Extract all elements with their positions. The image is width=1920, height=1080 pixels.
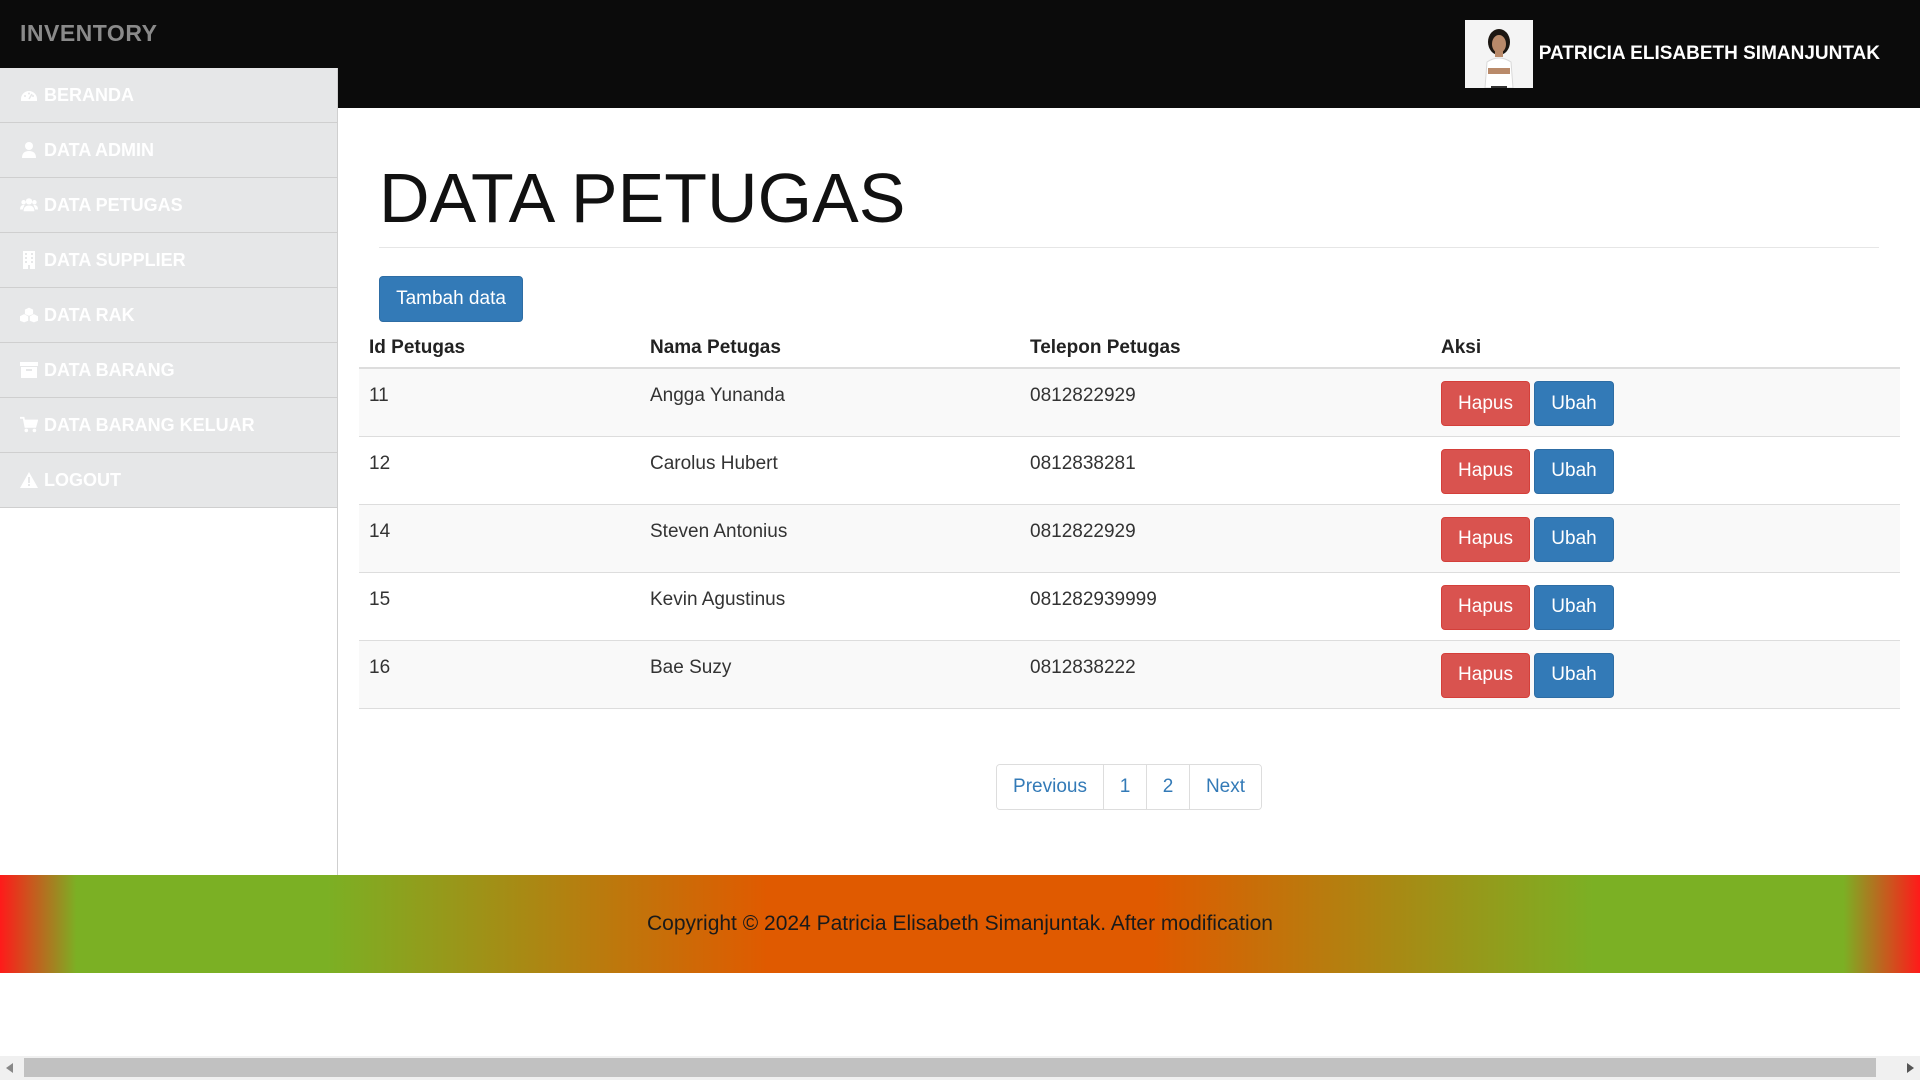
sidebar-item-label: DATA ADMIN [44,139,154,160]
sidebar-item-logout[interactable]: LOGOUT [0,453,337,508]
column-header-phone: Telepon Petugas [1020,328,1431,369]
edit-button[interactable]: Ubah [1534,381,1614,426]
sidebar-item-label: BERANDA [44,84,134,105]
sidebar-item-data-rak[interactable]: DATA RAK [0,288,337,343]
cell-phone: 0812822929 [1020,368,1431,437]
cell-name: Angga Yunanda [640,368,1020,437]
delete-button[interactable]: Hapus [1441,652,1530,698]
cell-id: 15 [359,572,640,641]
scroll-left-icon[interactable] [6,1063,13,1073]
pagination-page-1[interactable]: 1 [1103,765,1146,809]
pagination-page-2[interactable]: 2 [1146,765,1189,809]
users-icon [20,196,38,214]
column-header-name: Nama Petugas [640,328,1020,369]
petugas-table: Id Petugas Nama Petugas Telepon Petugas … [359,328,1900,709]
horizontal-scrollbar[interactable] [0,1056,1920,1080]
cell-actions: Hapus Ubah [1431,436,1900,505]
pagination-previous[interactable]: Previous [997,765,1103,809]
cell-actions: Hapus Ubah [1431,572,1900,641]
sidebar-item-label: LOGOUT [44,469,121,490]
main-content: DATA PETUGAS Tambah data Id Petugas Nama… [339,108,1920,875]
sidebar-item-label: DATA BARANG [44,359,175,380]
cell-id: 11 [359,368,640,437]
cart-icon [20,416,38,434]
cell-phone: 0812838222 [1020,640,1431,709]
table-row: 16 Bae Suzy 0812838222 Hapus Ubah [359,640,1900,709]
cell-actions: Hapus Ubah [1431,368,1900,437]
column-header-id: Id Petugas [359,328,640,369]
sidebar-item-label: DATA SUPPLIER [44,249,186,270]
edit-button[interactable]: Ubah [1534,584,1614,630]
cell-phone: 0812822929 [1020,504,1431,573]
cell-phone: 0812838281 [1020,436,1431,505]
cell-id: 16 [359,640,640,709]
footer: Copyright © 2024 Patricia Elisabeth Sima… [0,875,1920,973]
archive-icon [20,361,38,379]
table-row: 11 Angga Yunanda 0812822929 Hapus Ubah [359,368,1900,437]
sidebar-item-label: DATA RAK [44,304,135,325]
sidebar-item-data-petugas[interactable]: DATA PETUGAS [0,178,337,233]
table-row: 15 Kevin Agustinus 081282939999 Hapus Uba… [359,572,1900,641]
page-title: DATA PETUGAS [379,159,906,237]
cell-id: 14 [359,504,640,573]
add-data-button[interactable]: Tambah data [379,276,523,322]
sidebar: BERANDA DATA ADMIN DATA PETUGAS DATA SUP… [0,68,338,875]
table-header-row: Id Petugas Nama Petugas Telepon Petugas … [359,328,1900,369]
delete-button[interactable]: Hapus [1441,584,1530,630]
scroll-right-icon[interactable] [1907,1063,1914,1073]
delete-button[interactable]: Hapus [1441,381,1530,426]
user-icon [20,141,38,159]
cell-name: Bae Suzy [640,640,1020,709]
sidebar-menu: BERANDA DATA ADMIN DATA PETUGAS DATA SUP… [0,68,337,508]
cell-phone: 081282939999 [1020,572,1431,641]
edit-button[interactable]: Ubah [1534,448,1614,494]
cell-id: 12 [359,436,640,505]
cell-name: Steven Antonius [640,504,1020,573]
warning-icon [20,471,38,489]
edit-button[interactable]: Ubah [1534,516,1614,562]
table-row: 12 Carolus Hubert 0812838281 Hapus Ubah [359,436,1900,505]
pagination-next[interactable]: Next [1189,765,1261,809]
edit-button[interactable]: Ubah [1534,652,1614,698]
footer-copyright: Copyright © 2024 Patricia Elisabeth Sima… [647,912,1273,935]
delete-button[interactable]: Hapus [1441,516,1530,562]
column-header-actions: Aksi [1431,328,1900,369]
cell-actions: Hapus Ubah [1431,640,1900,709]
avatar [1464,20,1533,88]
dashboard-icon [20,86,38,104]
sidebar-item-data-supplier[interactable]: DATA SUPPLIER [0,233,337,288]
table-row: 14 Steven Antonius 0812822929 Hapus Ubah [359,504,1900,573]
cell-actions: Hapus Ubah [1431,504,1900,573]
pagination: Previous 1 2 Next [996,764,1262,810]
user-name: PATRICIA ELISABETH SIMANJUNTAK [1538,43,1880,64]
title-divider [379,247,1879,248]
sidebar-item-label: DATA PETUGAS [44,194,183,215]
sidebar-item-data-admin[interactable]: DATA ADMIN [0,123,337,178]
delete-button[interactable]: Hapus [1441,448,1530,494]
brand-logo-text[interactable]: INVENTORY [20,20,157,47]
user-profile[interactable]: PATRICIA ELISABETH SIMANJUNTAK [1464,20,1880,88]
sidebar-item-beranda[interactable]: BERANDA [0,68,337,123]
building-icon [20,251,38,269]
sidebar-item-data-barang-keluar[interactable]: DATA BARANG KELUAR [0,398,337,453]
scrollbar-thumb[interactable] [24,1058,1876,1077]
cell-name: Kevin Agustinus [640,572,1020,641]
cell-name: Carolus Hubert [640,436,1020,505]
sidebar-item-label: DATA BARANG KELUAR [44,414,255,435]
sidebar-item-data-barang[interactable]: DATA BARANG [0,343,337,398]
cubes-icon [20,306,38,324]
